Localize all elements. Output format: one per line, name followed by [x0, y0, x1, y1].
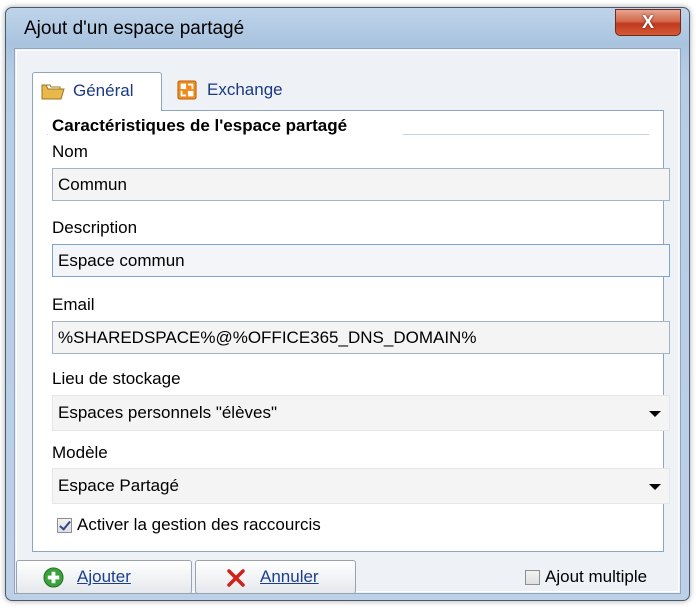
tab-exchange-label: Exchange: [207, 80, 283, 99]
storage-value: Espaces personnels "élèves": [58, 403, 278, 422]
chevron-down-icon: [649, 411, 661, 417]
add-button-label: Ajouter: [77, 567, 131, 586]
model-label: Modèle: [52, 443, 108, 462]
storage-label: Lieu de stockage: [52, 369, 181, 388]
dialog-window: Ajout d'un espace partagé X Général Exch…: [5, 7, 690, 601]
title-bar[interactable]: Ajout d'un espace partagé X: [6, 8, 689, 48]
folder-icon: [41, 84, 65, 100]
dialog-body: Général Exchange Caractéristiques de l'e…: [14, 48, 681, 594]
tab-general-label: Général: [73, 81, 134, 100]
description-field[interactable]: Espace commun: [52, 244, 670, 277]
cancel-button-label: Annuler: [260, 567, 319, 586]
model-value: Espace Partagé: [58, 476, 179, 495]
section-title: Caractéristiques de l'espace partagé: [48, 116, 352, 136]
cancel-button[interactable]: Annuler: [195, 560, 356, 594]
description-label: Description: [52, 218, 138, 237]
name-label: Nom: [52, 142, 88, 161]
tab-general[interactable]: Général: [32, 72, 162, 111]
close-button[interactable]: X: [615, 9, 681, 36]
email-field[interactable]: %SHAREDSPACE%@%OFFICE365_DNS_DOMAIN%: [52, 321, 670, 354]
shortcuts-checkbox[interactable]: [57, 518, 72, 533]
name-field[interactable]: Commun: [52, 168, 670, 201]
storage-select[interactable]: Espaces personnels "élèves": [52, 395, 670, 431]
email-label: Email: [52, 295, 95, 314]
shortcuts-label[interactable]: Activer la gestion des raccourcis: [77, 515, 321, 535]
tab-exchange[interactable]: Exchange: [167, 72, 307, 110]
multiple-label[interactable]: Ajout multiple: [545, 567, 647, 587]
plus-icon: [43, 567, 64, 588]
close-icon: X: [641, 12, 654, 32]
exchange-icon: [177, 80, 197, 100]
section-divider: [403, 134, 649, 135]
general-panel: Caractéristiques de l'espace partagé Nom…: [32, 110, 670, 552]
add-button[interactable]: Ajouter: [16, 560, 192, 594]
window-title: Ajout d'un espace partagé: [24, 18, 245, 39]
button-bar: Ajouter Annuler Ajout multiple: [15, 557, 680, 594]
model-select[interactable]: Espace Partagé: [52, 468, 670, 504]
chevron-down-icon: [649, 484, 661, 490]
cancel-x-icon: [227, 569, 245, 587]
multiple-checkbox[interactable]: [525, 570, 540, 585]
